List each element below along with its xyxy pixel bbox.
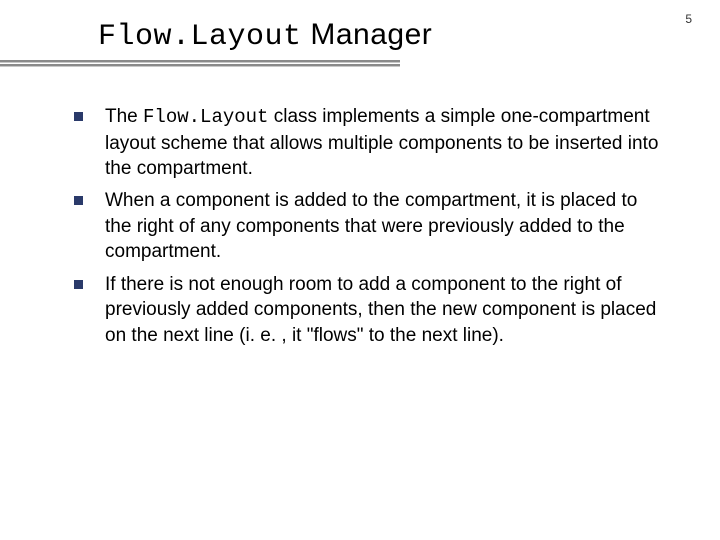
bullet-pre: When a component is added to the compart… [105, 190, 637, 262]
title-rest: Manager [302, 18, 433, 51]
bullet-mono: Flow.Layout [143, 106, 268, 128]
bullet-text: If there is not enough room to add a com… [105, 272, 660, 350]
title-mono: Flow.Layout [98, 20, 302, 54]
bullet-text: The Flow.Layout class implements a simpl… [105, 104, 660, 182]
list-item: The Flow.Layout class implements a simpl… [74, 104, 660, 182]
list-item: If there is not enough room to add a com… [74, 272, 660, 350]
square-bullet-icon [74, 280, 83, 289]
bullet-text: When a component is added to the compart… [105, 188, 660, 266]
bullet-pre: If there is not enough room to add a com… [105, 274, 656, 346]
title-underline [0, 60, 400, 66]
list-item: When a component is added to the compart… [74, 188, 660, 266]
title-wrap: Flow.Layout Manager [98, 18, 692, 54]
square-bullet-icon [74, 112, 83, 121]
slide: 5 Flow.Layout Manager The Flow.Layout cl… [0, 0, 720, 540]
content-area: The Flow.Layout class implements a simpl… [74, 104, 660, 356]
page-number: 5 [685, 12, 692, 26]
slide-title: Flow.Layout Manager [98, 18, 692, 54]
bullet-pre: The [105, 106, 143, 127]
square-bullet-icon [74, 196, 83, 205]
